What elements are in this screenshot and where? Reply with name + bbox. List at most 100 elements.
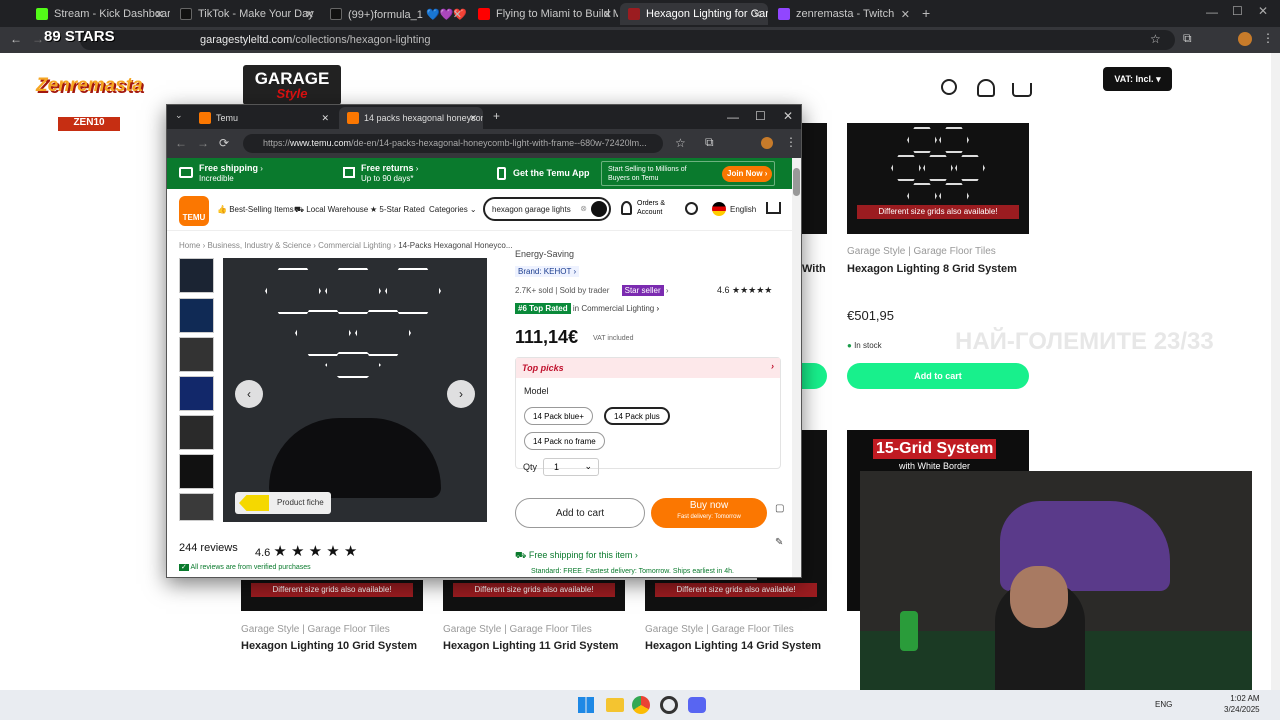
tab-tiktok-2[interactable]: (99+)formula_1 💙💜❤️ (@re✕ [322,3,468,25]
prev-image-button[interactable]: ‹ [235,380,263,408]
gallery-thumbnail[interactable] [179,337,214,372]
join-now-button[interactable]: Join Now › [722,166,773,182]
close-icon[interactable]: ✕ [603,8,612,21]
obs-icon[interactable] [660,696,678,714]
tab-temu[interactable]: Temu ✕ [191,107,335,129]
free-returns-promo[interactable]: Free returns › Up to 90 days* [361,163,418,184]
search-icon[interactable] [941,79,957,95]
product-fiche-button[interactable]: Product fiche [235,492,331,514]
close-icon[interactable]: ✕ [901,8,910,21]
new-tab-button[interactable]: + [493,109,500,123]
address-bar[interactable]: https://www.temu.com/de-en/14-packs-hexa… [243,134,663,153]
vat-selector[interactable]: VAT: Incl. ▾ [1103,67,1172,91]
add-to-cart-button[interactable]: Add to cart [515,498,645,528]
page-scrollbar[interactable] [1271,53,1280,690]
chrome-icon[interactable] [632,696,650,714]
product-image[interactable]: Different size grids also available! [645,580,827,611]
add-to-cart-button[interactable] [802,363,827,389]
maximize-button[interactable]: ☐ [1232,4,1243,18]
cart-icon[interactable] [766,202,781,214]
start-icon[interactable] [578,697,594,713]
gallery-thumbnail[interactable] [179,298,214,333]
next-image-button[interactable]: › [447,380,475,408]
back-icon[interactable]: ← [10,32,22,46]
temu-app-promo[interactable]: Get the Temu App [513,168,590,179]
tab-kick[interactable]: Stream - Kick Dashboard ✕ [28,3,170,25]
file-explorer-icon[interactable] [606,698,624,712]
feedback-icon[interactable]: ✎ [775,537,783,548]
model-option-selected[interactable]: 14 Pack plus [604,407,670,425]
profile-avatar[interactable] [761,137,773,149]
profile-avatar[interactable] [1238,32,1252,46]
close-window-button[interactable]: ✕ [783,109,793,123]
menu-icon[interactable]: ⋮ [785,135,797,149]
input-language[interactable]: ENG [1155,700,1172,709]
gallery-thumbnail[interactable] [179,376,214,411]
chat-icon[interactable]: ▢ [775,503,784,514]
orders-account-link[interactable]: Orders & Account [637,199,673,217]
free-shipping-promo[interactable]: Free shipping › Incredible [199,163,263,184]
extensions-icon[interactable]: ⧉ [1183,31,1192,46]
main-product-image[interactable]: ‹ › Product fiche [223,258,487,522]
product-image[interactable]: Different size grids also available! [241,580,423,611]
product-image[interactable]: Different size grids also available! [443,580,625,611]
search-input[interactable]: hexagon garage lights ⊗ [483,197,611,221]
gallery-thumbnail[interactable] [179,258,214,293]
maximize-button[interactable]: ☐ [755,109,766,123]
search-icon[interactable] [591,201,607,217]
address-bar[interactable]: garagestyleltd.com/collections/hexagon-l… [80,30,1175,50]
brand-link[interactable]: Brand: KEHOT › [515,266,580,277]
garage-style-logo[interactable]: GARAGE Style [243,65,341,105]
new-tab-button[interactable]: + [922,5,930,21]
cart-icon[interactable] [1012,83,1032,97]
gallery-thumbnail[interactable] [179,493,214,521]
tab-list-icon[interactable]: ⌄ [175,110,183,121]
bookmark-star-icon[interactable]: ☆ [675,136,686,150]
extensions-icon[interactable]: ⧉ [705,135,714,150]
tab-garage-style[interactable]: Hexagon Lighting for Garage, C✕ [620,3,768,25]
clear-icon[interactable]: ⊗ [580,204,587,213]
review-count[interactable]: 244 reviews [179,542,238,554]
product-title[interactable]: With [802,263,826,275]
top-rated-badge[interactable]: #6 Top Rated in Commercial Lighting › [515,303,659,314]
free-shipping-link[interactable]: ⛟ Free shipping for this item › [515,550,638,562]
product-title[interactable]: Hexagon Lighting 14 Grid System [645,640,821,652]
minimize-button[interactable]: — [1206,5,1218,19]
minimize-button[interactable]: — [727,110,739,124]
qty-select[interactable]: 1 ⌄ [543,458,599,476]
tab-youtube[interactable]: Flying to Miami to Build Mat A✕ [470,3,618,25]
star-seller-badge[interactable]: Star seller [621,285,664,296]
product-title[interactable]: Hexagon Lighting 10 Grid System [241,640,417,652]
gallery-thumbnail[interactable] [179,454,214,489]
buy-now-button[interactable]: Buy now Fast delivery: Tomorrow [651,498,767,528]
forward-icon[interactable]: → [32,32,44,46]
temu-logo[interactable]: TEMU [179,196,209,226]
tab-twitch[interactable]: zenremasta - Twitch ✕ [770,3,916,25]
product-image[interactable]: Different size grids also available! [847,123,1029,234]
account-icon[interactable] [977,79,995,97]
model-option[interactable]: 14 Pack no frame [524,432,605,450]
model-option[interactable]: 14 Pack blue+ [524,407,593,425]
close-icon[interactable]: ✕ [321,113,329,124]
tab-tiktok[interactable]: TikTok - Make Your Day ✕ [172,3,320,25]
system-clock[interactable]: 1:02 AM 3/24/2025 [1224,693,1260,715]
categories-menu[interactable]: Categories ⌄ [429,205,477,214]
product-title[interactable]: Hexagon Lighting 8 Grid System [847,263,1017,275]
top-picks-header[interactable]: Top picks › [516,358,780,378]
best-selling-link[interactable]: 👍 Best-Selling Items [217,205,294,214]
account-icon[interactable] [621,201,632,215]
gallery-thumbnail[interactable] [179,415,214,450]
tab-temu-product[interactable]: 14 packs hexagonal honeycom ✕ [339,107,483,129]
reload-icon[interactable]: ⟳ [219,136,229,150]
five-star-link[interactable]: ★ 5-Star Rated [370,205,425,214]
language-selector[interactable]: English [730,205,756,214]
close-window-button[interactable]: ✕ [1258,4,1268,18]
close-icon[interactable]: ✕ [305,8,314,21]
rating-summary[interactable]: 4.6 ★★★★★ [717,285,772,296]
close-icon[interactable]: ✕ [753,8,762,21]
inner-scrollbar[interactable] [792,158,801,577]
back-icon[interactable]: ← [175,136,187,150]
forward-icon[interactable]: → [197,136,209,150]
local-warehouse-link[interactable]: ⛟ Local Warehouse [294,205,368,215]
add-to-cart-button[interactable]: Add to cart [847,363,1029,389]
